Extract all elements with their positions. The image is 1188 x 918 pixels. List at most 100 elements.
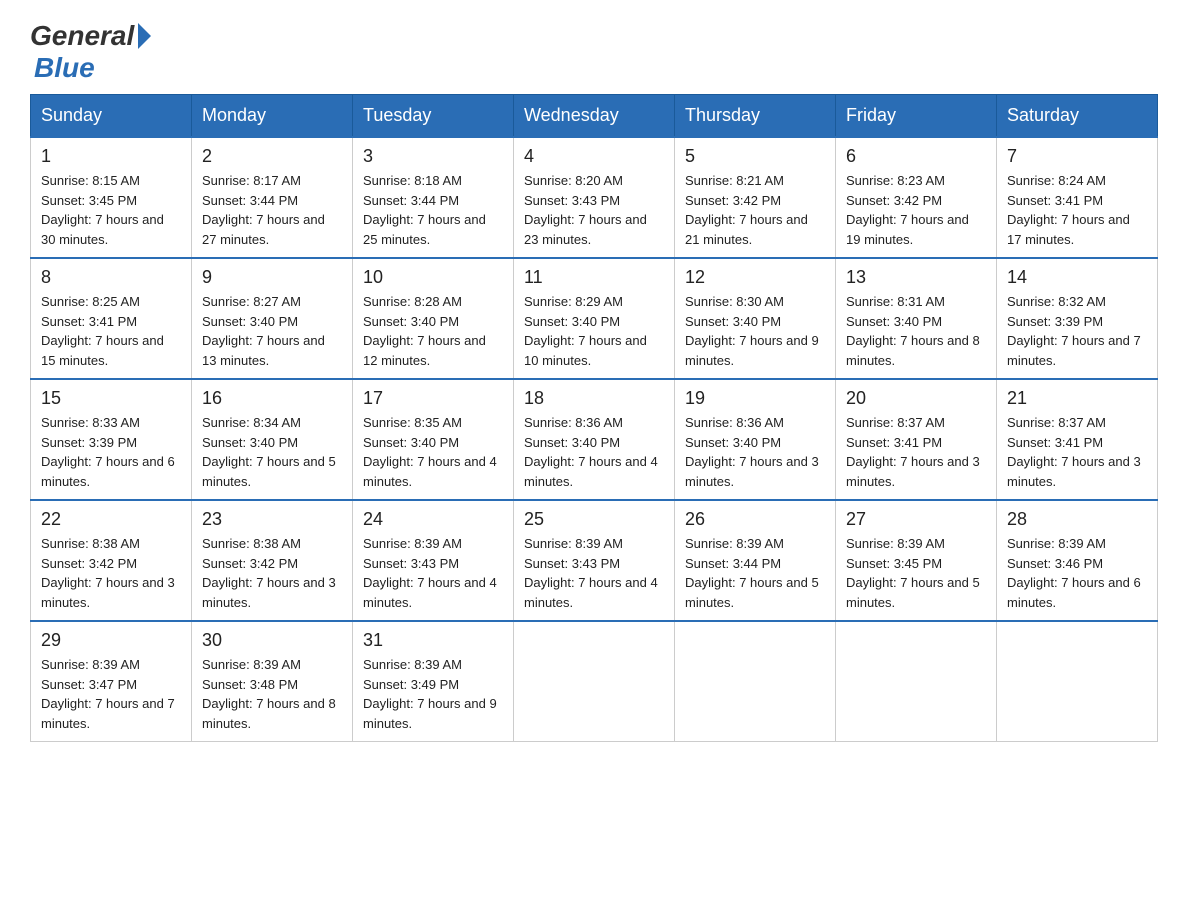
day-info: Sunrise: 8:21 AMSunset: 3:42 PMDaylight:… [685,171,825,249]
day-info: Sunrise: 8:20 AMSunset: 3:43 PMDaylight:… [524,171,664,249]
day-info: Sunrise: 8:37 AMSunset: 3:41 PMDaylight:… [846,413,986,491]
calendar-cell [997,621,1158,742]
weekday-header-row: SundayMondayTuesdayWednesdayThursdayFrid… [31,95,1158,138]
day-number: 6 [846,146,986,167]
day-number: 22 [41,509,181,530]
calendar-cell: 14 Sunrise: 8:32 AMSunset: 3:39 PMDaylig… [997,258,1158,379]
calendar-cell: 11 Sunrise: 8:29 AMSunset: 3:40 PMDaylig… [514,258,675,379]
day-info: Sunrise: 8:36 AMSunset: 3:40 PMDaylight:… [685,413,825,491]
day-number: 16 [202,388,342,409]
day-info: Sunrise: 8:39 AMSunset: 3:49 PMDaylight:… [363,655,503,733]
day-number: 21 [1007,388,1147,409]
page-header: General Blue [30,20,1158,84]
logo-general: General [30,20,134,52]
day-info: Sunrise: 8:15 AMSunset: 3:45 PMDaylight:… [41,171,181,249]
day-number: 12 [685,267,825,288]
day-number: 10 [363,267,503,288]
calendar-cell: 20 Sunrise: 8:37 AMSunset: 3:41 PMDaylig… [836,379,997,500]
day-info: Sunrise: 8:39 AMSunset: 3:43 PMDaylight:… [524,534,664,612]
calendar-cell: 15 Sunrise: 8:33 AMSunset: 3:39 PMDaylig… [31,379,192,500]
day-info: Sunrise: 8:25 AMSunset: 3:41 PMDaylight:… [41,292,181,370]
weekday-header-sunday: Sunday [31,95,192,138]
calendar-cell: 18 Sunrise: 8:36 AMSunset: 3:40 PMDaylig… [514,379,675,500]
calendar-cell: 5 Sunrise: 8:21 AMSunset: 3:42 PMDayligh… [675,137,836,258]
day-number: 11 [524,267,664,288]
day-info: Sunrise: 8:39 AMSunset: 3:43 PMDaylight:… [363,534,503,612]
day-number: 20 [846,388,986,409]
calendar-week-row: 1 Sunrise: 8:15 AMSunset: 3:45 PMDayligh… [31,137,1158,258]
day-info: Sunrise: 8:28 AMSunset: 3:40 PMDaylight:… [363,292,503,370]
calendar-cell: 30 Sunrise: 8:39 AMSunset: 3:48 PMDaylig… [192,621,353,742]
logo: General Blue [30,20,151,84]
day-info: Sunrise: 8:39 AMSunset: 3:44 PMDaylight:… [685,534,825,612]
calendar-cell: 31 Sunrise: 8:39 AMSunset: 3:49 PMDaylig… [353,621,514,742]
calendar-cell: 27 Sunrise: 8:39 AMSunset: 3:45 PMDaylig… [836,500,997,621]
calendar-week-row: 22 Sunrise: 8:38 AMSunset: 3:42 PMDaylig… [31,500,1158,621]
weekday-header-wednesday: Wednesday [514,95,675,138]
day-number: 26 [685,509,825,530]
day-number: 1 [41,146,181,167]
calendar-cell: 9 Sunrise: 8:27 AMSunset: 3:40 PMDayligh… [192,258,353,379]
day-info: Sunrise: 8:39 AMSunset: 3:48 PMDaylight:… [202,655,342,733]
calendar-cell: 13 Sunrise: 8:31 AMSunset: 3:40 PMDaylig… [836,258,997,379]
day-info: Sunrise: 8:24 AMSunset: 3:41 PMDaylight:… [1007,171,1147,249]
calendar-cell: 29 Sunrise: 8:39 AMSunset: 3:47 PMDaylig… [31,621,192,742]
day-number: 13 [846,267,986,288]
day-number: 7 [1007,146,1147,167]
logo-blue: Blue [34,52,95,84]
day-info: Sunrise: 8:39 AMSunset: 3:46 PMDaylight:… [1007,534,1147,612]
day-info: Sunrise: 8:39 AMSunset: 3:45 PMDaylight:… [846,534,986,612]
day-number: 29 [41,630,181,651]
day-number: 30 [202,630,342,651]
day-number: 24 [363,509,503,530]
day-info: Sunrise: 8:38 AMSunset: 3:42 PMDaylight:… [41,534,181,612]
day-number: 3 [363,146,503,167]
day-number: 5 [685,146,825,167]
calendar-week-row: 15 Sunrise: 8:33 AMSunset: 3:39 PMDaylig… [31,379,1158,500]
day-number: 4 [524,146,664,167]
calendar-cell: 17 Sunrise: 8:35 AMSunset: 3:40 PMDaylig… [353,379,514,500]
day-number: 28 [1007,509,1147,530]
calendar-cell: 16 Sunrise: 8:34 AMSunset: 3:40 PMDaylig… [192,379,353,500]
calendar-cell: 10 Sunrise: 8:28 AMSunset: 3:40 PMDaylig… [353,258,514,379]
day-info: Sunrise: 8:34 AMSunset: 3:40 PMDaylight:… [202,413,342,491]
day-number: 15 [41,388,181,409]
weekday-header-tuesday: Tuesday [353,95,514,138]
day-info: Sunrise: 8:33 AMSunset: 3:39 PMDaylight:… [41,413,181,491]
day-number: 14 [1007,267,1147,288]
calendar-cell: 25 Sunrise: 8:39 AMSunset: 3:43 PMDaylig… [514,500,675,621]
day-number: 2 [202,146,342,167]
day-number: 8 [41,267,181,288]
day-number: 18 [524,388,664,409]
calendar-cell [514,621,675,742]
day-number: 31 [363,630,503,651]
calendar-cell: 22 Sunrise: 8:38 AMSunset: 3:42 PMDaylig… [31,500,192,621]
day-info: Sunrise: 8:18 AMSunset: 3:44 PMDaylight:… [363,171,503,249]
calendar-cell: 24 Sunrise: 8:39 AMSunset: 3:43 PMDaylig… [353,500,514,621]
calendar-cell [836,621,997,742]
day-info: Sunrise: 8:23 AMSunset: 3:42 PMDaylight:… [846,171,986,249]
day-info: Sunrise: 8:27 AMSunset: 3:40 PMDaylight:… [202,292,342,370]
calendar-cell: 4 Sunrise: 8:20 AMSunset: 3:43 PMDayligh… [514,137,675,258]
calendar-cell: 26 Sunrise: 8:39 AMSunset: 3:44 PMDaylig… [675,500,836,621]
calendar-cell [675,621,836,742]
calendar-cell: 8 Sunrise: 8:25 AMSunset: 3:41 PMDayligh… [31,258,192,379]
calendar-cell: 12 Sunrise: 8:30 AMSunset: 3:40 PMDaylig… [675,258,836,379]
calendar-week-row: 29 Sunrise: 8:39 AMSunset: 3:47 PMDaylig… [31,621,1158,742]
calendar-cell: 6 Sunrise: 8:23 AMSunset: 3:42 PMDayligh… [836,137,997,258]
calendar-cell: 23 Sunrise: 8:38 AMSunset: 3:42 PMDaylig… [192,500,353,621]
day-number: 27 [846,509,986,530]
day-info: Sunrise: 8:17 AMSunset: 3:44 PMDaylight:… [202,171,342,249]
day-info: Sunrise: 8:29 AMSunset: 3:40 PMDaylight:… [524,292,664,370]
day-info: Sunrise: 8:36 AMSunset: 3:40 PMDaylight:… [524,413,664,491]
day-info: Sunrise: 8:35 AMSunset: 3:40 PMDaylight:… [363,413,503,491]
day-number: 25 [524,509,664,530]
calendar-cell: 19 Sunrise: 8:36 AMSunset: 3:40 PMDaylig… [675,379,836,500]
calendar-week-row: 8 Sunrise: 8:25 AMSunset: 3:41 PMDayligh… [31,258,1158,379]
calendar-cell: 7 Sunrise: 8:24 AMSunset: 3:41 PMDayligh… [997,137,1158,258]
day-number: 19 [685,388,825,409]
weekday-header-friday: Friday [836,95,997,138]
day-info: Sunrise: 8:38 AMSunset: 3:42 PMDaylight:… [202,534,342,612]
day-info: Sunrise: 8:39 AMSunset: 3:47 PMDaylight:… [41,655,181,733]
calendar-cell: 1 Sunrise: 8:15 AMSunset: 3:45 PMDayligh… [31,137,192,258]
